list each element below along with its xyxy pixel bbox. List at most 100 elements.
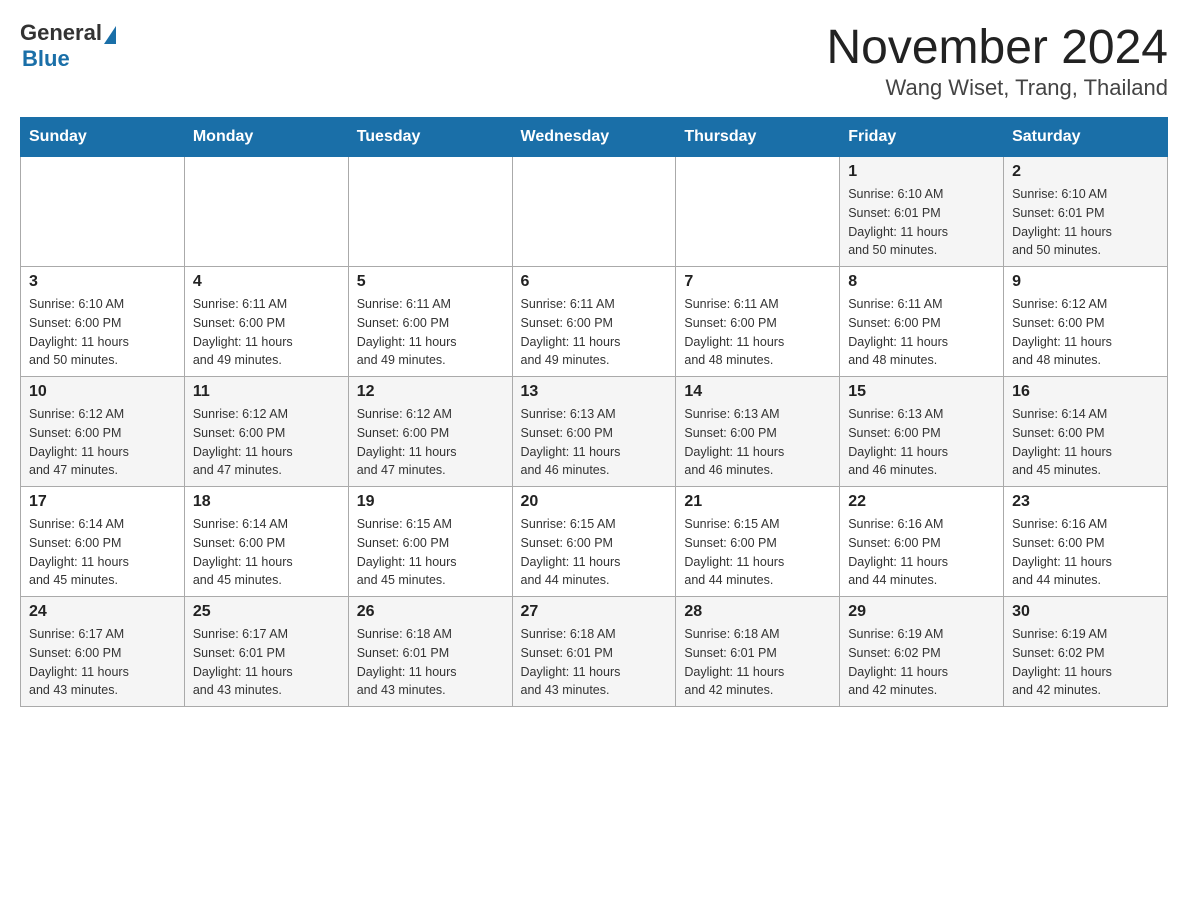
day-info: Sunrise: 6:16 AM Sunset: 6:00 PM Dayligh… [848, 515, 995, 590]
calendar-cell: 21Sunrise: 6:15 AM Sunset: 6:00 PM Dayli… [676, 487, 840, 597]
day-info: Sunrise: 6:10 AM Sunset: 6:00 PM Dayligh… [29, 295, 176, 370]
weekday-header-tuesday: Tuesday [348, 118, 512, 157]
day-number: 20 [521, 493, 668, 511]
day-info: Sunrise: 6:12 AM Sunset: 6:00 PM Dayligh… [193, 405, 340, 480]
day-number: 21 [684, 493, 831, 511]
calendar-cell: 18Sunrise: 6:14 AM Sunset: 6:00 PM Dayli… [184, 487, 348, 597]
logo-triangle-icon [104, 26, 116, 44]
day-info: Sunrise: 6:18 AM Sunset: 6:01 PM Dayligh… [521, 625, 668, 700]
day-info: Sunrise: 6:12 AM Sunset: 6:00 PM Dayligh… [1012, 295, 1159, 370]
day-info: Sunrise: 6:12 AM Sunset: 6:00 PM Dayligh… [357, 405, 504, 480]
day-info: Sunrise: 6:14 AM Sunset: 6:00 PM Dayligh… [1012, 405, 1159, 480]
day-number: 29 [848, 603, 995, 621]
day-info: Sunrise: 6:15 AM Sunset: 6:00 PM Dayligh… [357, 515, 504, 590]
calendar-cell: 29 Sunrise: 6:19 AM Sunset: 6:02 PM Dayli… [840, 597, 1004, 707]
calendar-cell: 9 Sunrise: 6:12 AM Sunset: 6:00 PM Daylig… [1004, 267, 1168, 377]
day-info: Sunrise: 6:11 AM Sunset: 6:00 PM Dayligh… [848, 295, 995, 370]
day-number: 12 [357, 383, 504, 401]
weekday-header-friday: Friday [840, 118, 1004, 157]
day-number: 7 [684, 273, 831, 291]
weekday-header-thursday: Thursday [676, 118, 840, 157]
day-number: 1 [848, 163, 995, 181]
day-info: Sunrise: 6:16 AM Sunset: 6:00 PM Dayligh… [1012, 515, 1159, 590]
day-info: Sunrise: 6:11 AM Sunset: 6:00 PM Dayligh… [193, 295, 340, 370]
calendar-cell: 16Sunrise: 6:14 AM Sunset: 6:00 PM Dayli… [1004, 377, 1168, 487]
location-title: Wang Wiset, Trang, Thailand [826, 75, 1168, 101]
weekday-header-monday: Monday [184, 118, 348, 157]
month-title: November 2024 [826, 20, 1168, 75]
day-number: 14 [684, 383, 831, 401]
weekday-header-saturday: Saturday [1004, 118, 1168, 157]
calendar-cell: 14Sunrise: 6:13 AM Sunset: 6:00 PM Dayli… [676, 377, 840, 487]
day-number: 30 [1012, 603, 1159, 621]
calendar-week-row: 1 Sunrise: 6:10 AM Sunset: 6:01 PM Daylig… [21, 157, 1168, 267]
day-number: 3 [29, 273, 176, 291]
calendar-cell [348, 157, 512, 267]
day-number: 19 [357, 493, 504, 511]
day-info: Sunrise: 6:19 AM Sunset: 6:02 PM Dayligh… [848, 625, 995, 700]
calendar-cell: 28 Sunrise: 6:18 AM Sunset: 6:01 PM Dayli… [676, 597, 840, 707]
day-info: Sunrise: 6:18 AM Sunset: 6:01 PM Dayligh… [684, 625, 831, 700]
title-section: November 2024 Wang Wiset, Trang, Thailan… [826, 20, 1168, 101]
calendar-cell: 26Sunrise: 6:18 AM Sunset: 6:01 PM Dayli… [348, 597, 512, 707]
day-info: Sunrise: 6:12 AM Sunset: 6:00 PM Dayligh… [29, 405, 176, 480]
logo: General Blue [20, 20, 116, 72]
calendar-week-row: 10Sunrise: 6:12 AM Sunset: 6:00 PM Dayli… [21, 377, 1168, 487]
calendar-cell: 12 Sunrise: 6:12 AM Sunset: 6:00 PM Dayli… [348, 377, 512, 487]
calendar-cell: 3 Sunrise: 6:10 AM Sunset: 6:00 PM Daylig… [21, 267, 185, 377]
day-number: 4 [193, 273, 340, 291]
calendar-cell: 24 Sunrise: 6:17 AM Sunset: 6:00 PM Dayli… [21, 597, 185, 707]
calendar-week-row: 3 Sunrise: 6:10 AM Sunset: 6:00 PM Daylig… [21, 267, 1168, 377]
day-number: 8 [848, 273, 995, 291]
page-header: General Blue November 2024 Wang Wiset, T… [20, 20, 1168, 101]
weekday-header-sunday: Sunday [21, 118, 185, 157]
logo-blue-text: Blue [22, 46, 70, 72]
calendar-table: SundayMondayTuesdayWednesdayThursdayFrid… [20, 117, 1168, 707]
calendar-cell: 30 Sunrise: 6:19 AM Sunset: 6:02 PM Dayli… [1004, 597, 1168, 707]
day-number: 27 [521, 603, 668, 621]
day-number: 2 [1012, 163, 1159, 181]
calendar-cell: 25 Sunrise: 6:17 AM Sunset: 6:01 PM Dayli… [184, 597, 348, 707]
calendar-cell: 22 Sunrise: 6:16 AM Sunset: 6:00 PM Dayli… [840, 487, 1004, 597]
calendar-cell [184, 157, 348, 267]
day-number: 15 [848, 383, 995, 401]
day-info: Sunrise: 6:13 AM Sunset: 6:00 PM Dayligh… [848, 405, 995, 480]
calendar-cell: 2Sunrise: 6:10 AM Sunset: 6:01 PM Daylig… [1004, 157, 1168, 267]
day-number: 25 [193, 603, 340, 621]
day-info: Sunrise: 6:17 AM Sunset: 6:01 PM Dayligh… [193, 625, 340, 700]
day-info: Sunrise: 6:11 AM Sunset: 6:00 PM Dayligh… [684, 295, 831, 370]
calendar-cell: 1 Sunrise: 6:10 AM Sunset: 6:01 PM Daylig… [840, 157, 1004, 267]
day-number: 22 [848, 493, 995, 511]
day-number: 5 [357, 273, 504, 291]
calendar-cell: 23 Sunrise: 6:16 AM Sunset: 6:00 PM Dayli… [1004, 487, 1168, 597]
day-info: Sunrise: 6:17 AM Sunset: 6:00 PM Dayligh… [29, 625, 176, 700]
day-info: Sunrise: 6:19 AM Sunset: 6:02 PM Dayligh… [1012, 625, 1159, 700]
day-number: 28 [684, 603, 831, 621]
weekday-header-row: SundayMondayTuesdayWednesdayThursdayFrid… [21, 118, 1168, 157]
calendar-cell: 15 Sunrise: 6:13 AM Sunset: 6:00 PM Dayli… [840, 377, 1004, 487]
calendar-cell: 7 Sunrise: 6:11 AM Sunset: 6:00 PM Daylig… [676, 267, 840, 377]
calendar-cell: 10Sunrise: 6:12 AM Sunset: 6:00 PM Dayli… [21, 377, 185, 487]
calendar-cell: 8 Sunrise: 6:11 AM Sunset: 6:00 PM Daylig… [840, 267, 1004, 377]
day-info: Sunrise: 6:11 AM Sunset: 6:00 PM Dayligh… [357, 295, 504, 370]
day-number: 11 [193, 383, 340, 401]
day-number: 26 [357, 603, 504, 621]
day-number: 24 [29, 603, 176, 621]
calendar-cell: 4 Sunrise: 6:11 AM Sunset: 6:00 PM Daylig… [184, 267, 348, 377]
logo-general-text: General [20, 20, 102, 46]
day-info: Sunrise: 6:11 AM Sunset: 6:00 PM Dayligh… [521, 295, 668, 370]
day-info: Sunrise: 6:10 AM Sunset: 6:01 PM Dayligh… [848, 185, 995, 260]
day-number: 23 [1012, 493, 1159, 511]
calendar-cell: 11 Sunrise: 6:12 AM Sunset: 6:00 PM Dayli… [184, 377, 348, 487]
calendar-cell: 13Sunrise: 6:13 AM Sunset: 6:00 PM Dayli… [512, 377, 676, 487]
calendar-cell [676, 157, 840, 267]
calendar-cell [512, 157, 676, 267]
calendar-cell: 19 Sunrise: 6:15 AM Sunset: 6:00 PM Dayli… [348, 487, 512, 597]
calendar-cell [21, 157, 185, 267]
calendar-week-row: 24 Sunrise: 6:17 AM Sunset: 6:00 PM Dayli… [21, 597, 1168, 707]
day-info: Sunrise: 6:13 AM Sunset: 6:00 PM Dayligh… [521, 405, 668, 480]
day-number: 9 [1012, 273, 1159, 291]
calendar-cell: 20Sunrise: 6:15 AM Sunset: 6:00 PM Dayli… [512, 487, 676, 597]
weekday-header-wednesday: Wednesday [512, 118, 676, 157]
calendar-cell: 6Sunrise: 6:11 AM Sunset: 6:00 PM Daylig… [512, 267, 676, 377]
